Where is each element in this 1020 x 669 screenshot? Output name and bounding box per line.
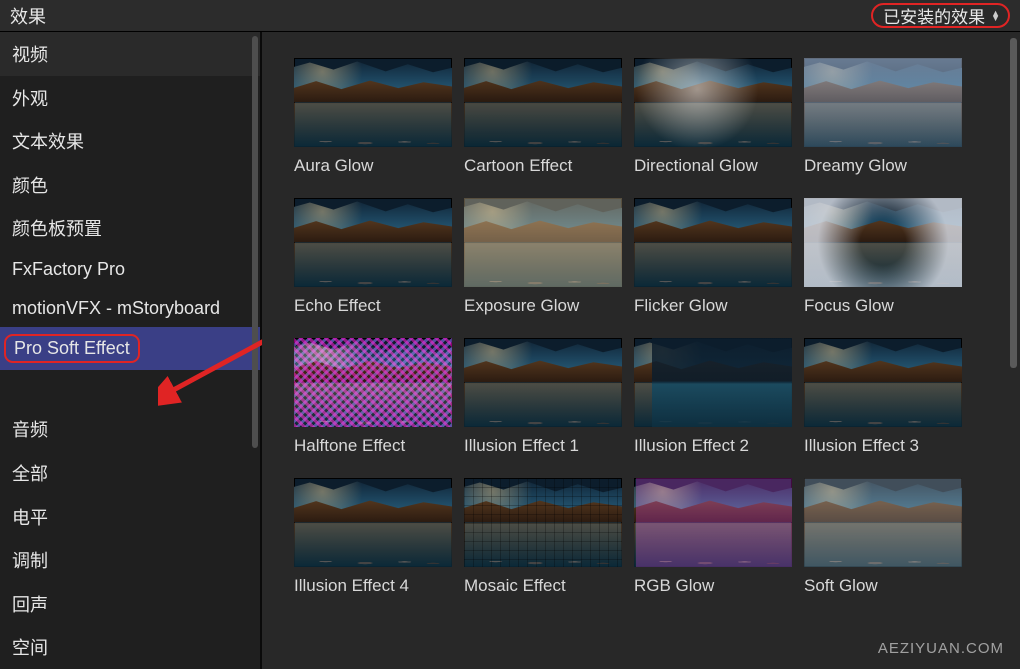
scrollbar-thumb[interactable] — [252, 36, 258, 448]
sidebar-item[interactable]: 回声 — [0, 582, 260, 626]
effect-thumbnail[interactable] — [294, 338, 452, 427]
effect-label: Exposure Glow — [464, 296, 622, 316]
effect-label: Echo Effect — [294, 296, 452, 316]
effect-label: RGB Glow — [634, 576, 792, 596]
sidebar-item-label: 文本效果 — [12, 132, 84, 152]
effects-header: 效果 已安装的效果 ▲▼ — [0, 0, 1020, 32]
effect-thumbnail[interactable] — [634, 58, 792, 147]
effect-label: Cartoon Effect — [464, 156, 622, 176]
effects-sidebar: 视频外观文本效果颜色颜色板预置 FxFactory Pro motionVFX - … — [0, 32, 262, 669]
sidebar-item[interactable]: 全部 — [0, 451, 260, 495]
effect-card[interactable]: Mosaic Effect — [464, 478, 622, 596]
effect-label: Soft Glow — [804, 576, 962, 596]
effect-overlay — [804, 198, 962, 287]
watermark-text: AEZIYUAN.COM — [878, 640, 1004, 657]
effect-label: Focus Glow — [804, 296, 962, 316]
effect-thumbnail[interactable] — [294, 478, 452, 567]
sidebar-item-label: 回声 — [12, 595, 48, 615]
effect-card[interactable]: Halftone Effect — [294, 338, 452, 456]
sidebar-item[interactable]: 文本效果 — [0, 119, 260, 163]
sidebar-item[interactable]: Pro Soft Effect — [0, 327, 260, 370]
effect-thumbnail[interactable] — [294, 58, 452, 147]
sidebar-item[interactable]: 空间 — [0, 625, 260, 669]
panel-title: 效果 — [10, 3, 46, 29]
sidebar-item-label: 调制 — [12, 551, 48, 571]
effect-overlay — [804, 478, 962, 567]
sidebar-item-label: motionVFX - mStoryboard — [12, 298, 220, 318]
effect-card[interactable]: Cartoon Effect — [464, 58, 622, 176]
sidebar-item-label: 外观 — [12, 89, 48, 109]
effect-card[interactable]: Soft Glow — [804, 478, 962, 596]
sidebar-item-label: 颜色板预置 — [12, 219, 102, 239]
effects-browser: Aura Glow Cartoon Effect Directional Glow D… — [262, 32, 1020, 669]
effect-card[interactable]: Dreamy Glow — [804, 58, 962, 176]
main-scrollbar[interactable] — [1010, 38, 1017, 663]
effect-label: Illusion Effect 3 — [804, 436, 962, 456]
effect-thumbnail[interactable] — [634, 198, 792, 287]
effect-label: Illusion Effect 2 — [634, 436, 792, 456]
effect-card[interactable]: Exposure Glow — [464, 198, 622, 316]
effect-thumbnail[interactable] — [804, 58, 962, 147]
effect-label: Mosaic Effect — [464, 576, 622, 596]
sidebar-item[interactable]: FxFactory Pro — [0, 250, 260, 289]
effect-label: Directional Glow — [634, 156, 792, 176]
effect-overlay — [294, 338, 452, 427]
chevrons-icon: ▲▼ — [991, 11, 1000, 21]
effect-label: Illusion Effect 1 — [464, 436, 622, 456]
effect-label: Illusion Effect 4 — [294, 576, 452, 596]
effect-label: Dreamy Glow — [804, 156, 962, 176]
effect-overlay — [634, 58, 792, 147]
effect-overlay — [804, 58, 962, 147]
effect-thumbnail[interactable] — [634, 478, 792, 567]
effect-card[interactable]: Flicker Glow — [634, 198, 792, 316]
effect-thumbnail[interactable] — [464, 478, 622, 567]
effect-overlay — [652, 338, 792, 427]
effect-card[interactable]: Illusion Effect 3 — [804, 338, 962, 456]
sidebar-item-label: FxFactory Pro — [12, 259, 125, 279]
effect-card[interactable]: Echo Effect — [294, 198, 452, 316]
effect-card[interactable]: Focus Glow — [804, 198, 962, 316]
effect-label: Flicker Glow — [634, 296, 792, 316]
sidebar-item[interactable]: motionVFX - mStoryboard — [0, 289, 260, 328]
effect-thumbnail[interactable] — [464, 58, 622, 147]
sidebar-item-label: 颜色 — [12, 176, 48, 196]
sidebar-item-label: 电平 — [12, 508, 48, 528]
effect-card[interactable]: Illusion Effect 2 — [634, 338, 792, 456]
effect-thumbnail[interactable] — [634, 338, 792, 427]
sidebar-scrollbar[interactable] — [252, 36, 258, 665]
sidebar-item-label: 音频 — [12, 420, 48, 440]
effect-thumbnail[interactable] — [464, 338, 622, 427]
effect-overlay — [464, 58, 622, 147]
effect-card[interactable]: Aura Glow — [294, 58, 452, 176]
effect-thumbnail[interactable] — [804, 338, 962, 427]
effect-card[interactable]: RGB Glow — [634, 478, 792, 596]
effect-label: Aura Glow — [294, 156, 452, 176]
effect-thumbnail[interactable] — [804, 478, 962, 567]
sidebar-item-label: 空间 — [12, 638, 48, 658]
scrollbar-thumb[interactable] — [1010, 38, 1017, 368]
sidebar-item-label: Pro Soft Effect — [4, 334, 140, 363]
effect-card[interactable]: Illusion Effect 1 — [464, 338, 622, 456]
sidebar-item[interactable]: 调制 — [0, 538, 260, 582]
installed-effects-dropdown[interactable]: 已安装的效果 ▲▼ — [871, 3, 1010, 28]
sidebar-item[interactable]: 颜色 — [0, 163, 260, 207]
sidebar-group-header[interactable]: 视频 — [0, 32, 260, 76]
effect-overlay — [464, 198, 622, 287]
effect-card[interactable]: Illusion Effect 4 — [294, 478, 452, 596]
effect-thumbnail[interactable] — [464, 198, 622, 287]
dropdown-label: 已安装的效果 — [883, 3, 985, 28]
effect-label: Halftone Effect — [294, 436, 452, 456]
sidebar-item-label: 视频 — [12, 45, 48, 65]
effect-thumbnail[interactable] — [294, 198, 452, 287]
effect-thumbnail[interactable] — [804, 198, 962, 287]
sidebar-item-label: 全部 — [12, 464, 48, 484]
effect-overlay — [636, 478, 792, 567]
sidebar-item[interactable]: 音频 — [0, 407, 260, 451]
sidebar-item[interactable]: 颜色板预置 — [0, 206, 260, 250]
effect-overlay — [464, 478, 622, 567]
effect-card[interactable]: Directional Glow — [634, 58, 792, 176]
sidebar-item[interactable]: 外观 — [0, 76, 260, 120]
sidebar-item[interactable]: 电平 — [0, 495, 260, 539]
